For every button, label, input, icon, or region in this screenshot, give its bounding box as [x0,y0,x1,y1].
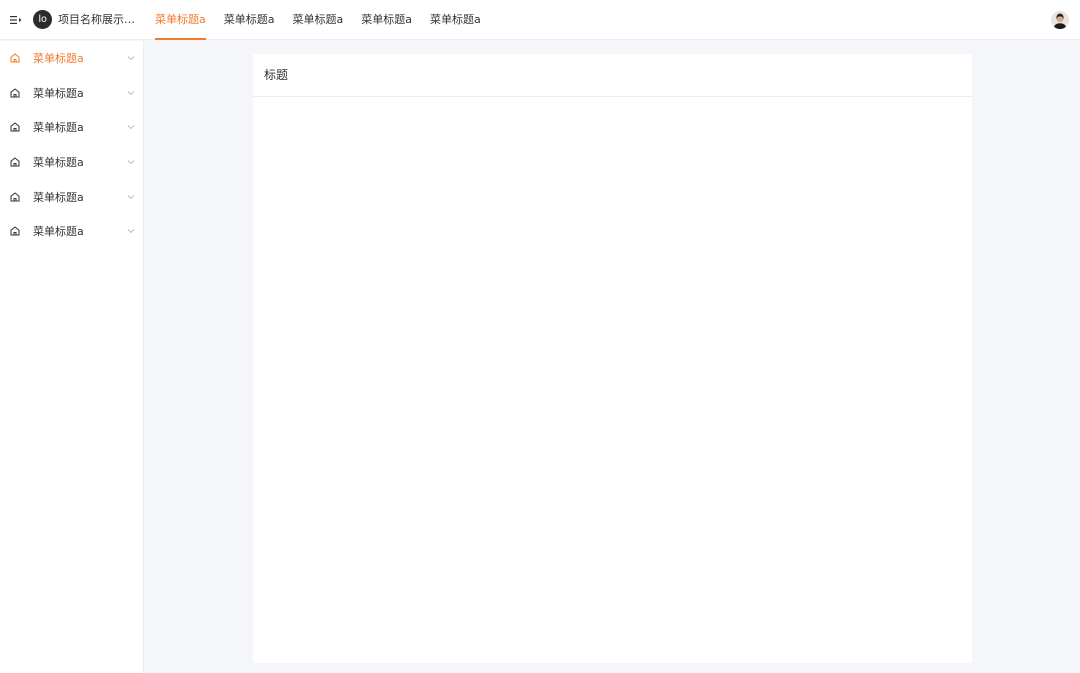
chevron-down-icon [127,125,135,130]
top-nav-item-1[interactable]: 菜单标题a [155,0,206,40]
home-icon [10,157,20,167]
top-nav-item-3[interactable]: 菜单标题a [293,0,344,40]
home-icon [10,192,20,202]
sidebar: 菜单标题a 菜单标题a 菜单标题a 菜单标题a 菜单标题a 菜单标题a [0,41,144,673]
top-nav: 菜单标题a 菜单标题a 菜单标题a 菜单标题a 菜单标题a [155,0,499,40]
user-avatar[interactable] [1051,11,1069,29]
home-icon [10,53,20,63]
top-header: lo 项目名称展示区域 菜单标题a 菜单标题a 菜单标题a 菜单标题a 菜单标题… [0,0,1080,40]
sidebar-item-6[interactable]: 菜单标题a [0,214,143,249]
chevron-down-icon [127,194,135,199]
user-avatar-icon [1051,11,1069,29]
sidebar-item-label: 菜单标题a [33,52,84,66]
sidebar-item-4[interactable]: 菜单标题a [0,145,143,180]
sidebar-item-label: 菜单标题a [33,225,84,239]
logo: lo [33,10,52,29]
sidebar-item-label: 菜单标题a [33,156,84,170]
top-nav-item-2[interactable]: 菜单标题a [224,0,275,40]
top-nav-item-4[interactable]: 菜单标题a [361,0,412,40]
home-icon [10,226,20,236]
chevron-down-icon [127,91,135,96]
sidebar-item-label: 菜单标题a [33,86,84,100]
home-icon [10,122,20,132]
chevron-down-icon [127,56,135,61]
sidebar-item-label: 菜单标题a [33,121,84,135]
sidebar-item-5[interactable]: 菜单标题a [0,179,143,214]
chevron-down-icon [127,160,135,165]
sidebar-item-1[interactable]: 菜单标题a [0,41,143,76]
top-nav-item-5[interactable]: 菜单标题a [430,0,481,40]
sidebar-item-3[interactable]: 菜单标题a [0,110,143,145]
project-name: 项目名称展示区域 [58,13,144,26]
home-icon [10,88,20,98]
content-panel: 标题 [253,54,972,663]
sidebar-item-2[interactable]: 菜单标题a [0,76,143,111]
chevron-down-icon [127,229,135,234]
panel-title: 标题 [253,54,972,97]
sidebar-item-label: 菜单标题a [33,190,84,204]
menu-collapse-icon[interactable] [10,13,22,27]
